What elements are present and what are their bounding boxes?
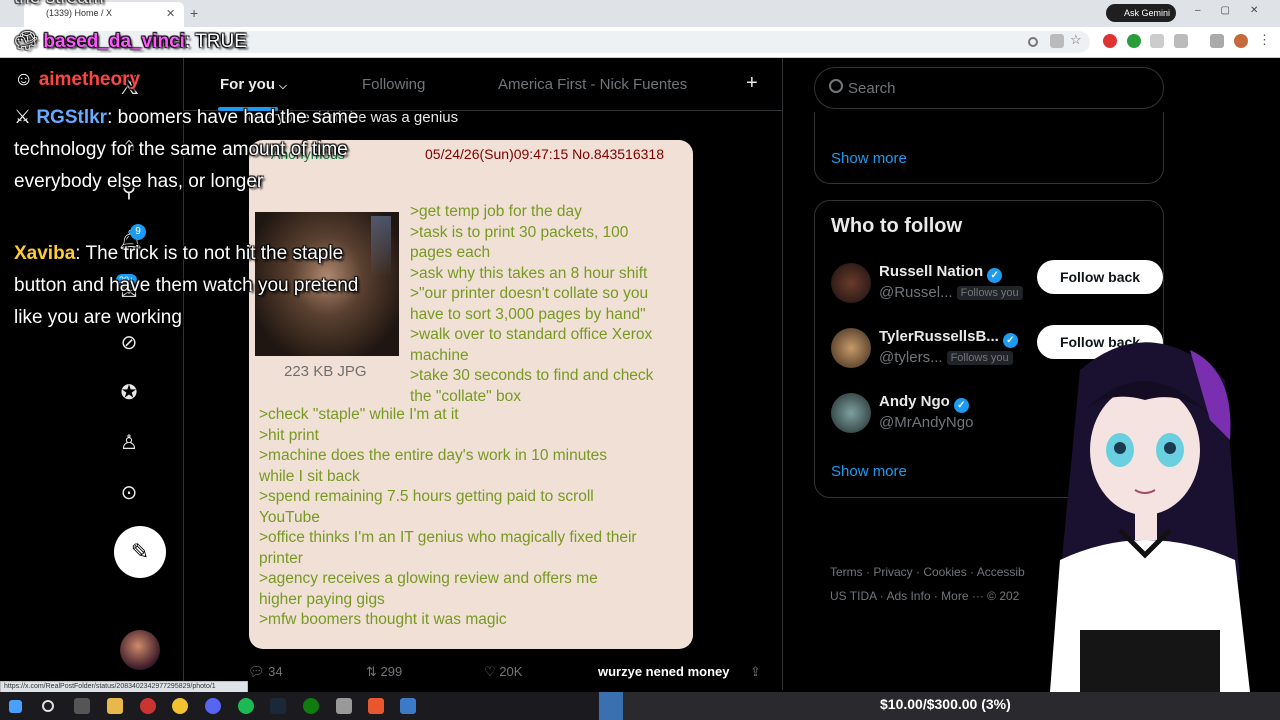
- chat-message: Xaviba: The trick is to not hit the stap…: [14, 243, 359, 328]
- account-avatar[interactable]: [120, 630, 160, 670]
- bookmark-star-icon[interactable]: ☆: [1070, 32, 1084, 47]
- vtuber-avatar: [1050, 342, 1250, 692]
- who-to-follow-title: Who to follow: [831, 215, 963, 237]
- post-meta: 05/24/26(Sun)09:47:15 No.843516318: [425, 146, 664, 162]
- steam-icon[interactable]: [270, 698, 286, 714]
- more-circle-icon[interactable]: ⊙: [118, 482, 140, 504]
- suggestion-handle: @MrAndyNgo: [879, 414, 974, 431]
- repost-button[interactable]: ⇅ 299: [366, 664, 402, 680]
- vscode-icon[interactable]: [400, 698, 416, 714]
- follow-back-button[interactable]: Follow back: [1037, 260, 1163, 294]
- donation-goal-text: $10.00/$300.00 (3%): [880, 696, 1011, 712]
- share-button[interactable]: ⇪: [750, 664, 761, 680]
- repost-icon: ⇅: [366, 664, 377, 679]
- profile-person-icon[interactable]: ♙: [118, 432, 140, 454]
- chat-message: 🐢︎ based_da_vinci: TRUE: [14, 31, 247, 52]
- extensions-puzzle-icon[interactable]: [1174, 34, 1188, 48]
- search-input[interactable]: Search: [814, 67, 1164, 109]
- tab-america-first[interactable]: America First - Nick Fuentes: [498, 76, 687, 93]
- avatar: [831, 393, 871, 433]
- task-view-icon[interactable]: [74, 698, 90, 714]
- donation-goal-fill: [599, 692, 623, 720]
- show-more-link[interactable]: Show more: [831, 150, 907, 167]
- chrome-icon[interactable]: [172, 698, 188, 714]
- follows-you-badge: Follows you: [956, 286, 1023, 300]
- discord-icon[interactable]: [205, 698, 221, 714]
- menu-kebab-icon[interactable]: ⋮: [1258, 32, 1272, 47]
- avatar: [831, 328, 871, 368]
- trends-panel: Show more: [814, 112, 1164, 184]
- like-button[interactable]: ♡ 20K: [484, 664, 522, 680]
- tab-following[interactable]: Following: [362, 76, 425, 93]
- spotify-icon[interactable]: [238, 698, 254, 714]
- greentext-top: >get temp job for the day >task is to pr…: [410, 203, 654, 405]
- stream-chat-overlay: the stream 🐢︎ based_da_vinci: TRUE ☺ aim…: [14, 0, 359, 340]
- heart-icon: ♡: [484, 664, 496, 679]
- chat-message: ⚔ RGStlkr: boomers have had the same tec…: [14, 107, 359, 192]
- smoke-decoration: [371, 216, 391, 276]
- greentext-bottom: >check "staple" while I'm at it >hit pri…: [259, 406, 637, 628]
- zoom-icon[interactable]: [1028, 37, 1038, 47]
- verified-badge-icon: ✓: [953, 398, 969, 413]
- add-tab-button[interactable]: +: [746, 72, 758, 95]
- window-controls[interactable]: –▢✕: [1195, 5, 1278, 16]
- chat-badge-icon: 🐢︎: [14, 31, 39, 52]
- extension-green-icon[interactable]: [1127, 34, 1141, 48]
- suggestion-name: Russell Nation: [879, 263, 984, 280]
- xbox-icon[interactable]: [303, 698, 319, 714]
- obs-icon[interactable]: [140, 698, 156, 714]
- chat-badge-icon: ☺: [14, 69, 34, 90]
- chat-fragment: the stream: [14, 0, 104, 14]
- brave-icon[interactable]: [368, 698, 384, 714]
- verified-icon[interactable]: ✪: [118, 382, 140, 404]
- reply-icon: 💬︎: [248, 664, 265, 679]
- share-icon: ⇪: [750, 664, 761, 679]
- verified-badge-icon: ✓: [1002, 333, 1018, 348]
- profile-icon[interactable]: [1234, 34, 1248, 48]
- reading-list-icon[interactable]: [1210, 34, 1224, 48]
- extension-icon[interactable]: [1150, 34, 1164, 48]
- search-icon: [829, 79, 843, 93]
- follows-you-badge: Follows you: [946, 351, 1013, 365]
- extension-adblock-icon[interactable]: [1103, 34, 1117, 48]
- sword-badge-icon: ⚔: [14, 107, 32, 128]
- avatar: [831, 263, 871, 303]
- thumbnail-caption: 223 KB JPG: [284, 363, 367, 380]
- compose-post-button[interactable]: ✎: [114, 526, 166, 578]
- suggestion-name: Andy Ngo: [879, 393, 950, 410]
- ask-gemini-button[interactable]: Ask Gemini: [1106, 4, 1176, 22]
- feather-icon: ✎: [130, 539, 150, 564]
- suggestion-name: TylerRussellsB...: [879, 328, 999, 345]
- suggestion-handle: @tylers...: [879, 349, 943, 366]
- start-windows-icon[interactable]: [9, 700, 22, 713]
- verified-badge-icon: ✓: [987, 268, 1003, 283]
- app-icon[interactable]: [336, 698, 352, 714]
- taskbar-search-icon[interactable]: [42, 700, 54, 712]
- chat-message: ☺ aimetheory: [14, 69, 141, 90]
- suggestion-handle: @Russel...: [879, 284, 953, 301]
- show-more-link[interactable]: Show more: [831, 463, 907, 480]
- cast-icon[interactable]: [1050, 34, 1064, 48]
- suggestion-item[interactable]: Russell Nation ✓ @Russel... Follows you Fo…: [831, 260, 1163, 313]
- reply-button[interactable]: 💬︎ 34: [248, 664, 283, 680]
- file-explorer-icon[interactable]: [107, 698, 123, 714]
- stream-caption: wurzye nened money: [598, 664, 730, 679]
